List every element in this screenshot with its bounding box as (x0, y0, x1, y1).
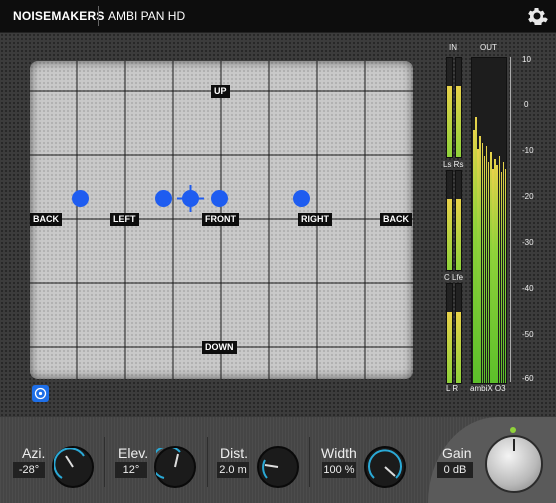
azi-value[interactable]: -28° (13, 462, 45, 478)
label-front: FRONT (202, 213, 239, 226)
meter-out-format: ambiX O3 (470, 384, 506, 393)
width-label: Width (321, 445, 357, 461)
meter-out-label: OUT (480, 43, 497, 52)
source-dot[interactable] (72, 190, 89, 207)
source-dot[interactable] (293, 190, 310, 207)
scale-tick: -60 (522, 374, 534, 383)
meter-in-lfe (455, 170, 462, 271)
label-up: UP (211, 85, 230, 98)
meter-pair-label: L R (446, 384, 459, 393)
source-dot[interactable] (155, 190, 172, 207)
meter-in-c (446, 170, 453, 271)
meter-scale-axis (510, 57, 514, 382)
meter-pair-label: C Lfe (444, 273, 464, 282)
meter-in-r (455, 283, 462, 384)
label-back-right: BACK (380, 213, 412, 226)
scale-tick: -30 (522, 238, 534, 247)
label-left: LEFT (110, 213, 139, 226)
meter-in-ls (446, 57, 453, 158)
title-bar: NOISEMAKERS AMBI PAN HD (0, 0, 556, 33)
separator (207, 437, 208, 487)
brand-logo: NOISEMAKERS (13, 9, 105, 23)
meter-pair-label: Ls Rs (443, 160, 464, 169)
meter-in-l (446, 283, 453, 384)
meter-in-label: IN (449, 43, 457, 52)
azi-knob-arc (54, 448, 85, 479)
elev-knob-arc (156, 448, 181, 479)
gain-value[interactable]: 0 dB (437, 462, 473, 478)
meter-in-rs (455, 57, 462, 158)
azi-label: Azi. (22, 445, 46, 461)
elev-value[interactable]: 12° (115, 462, 147, 478)
separator (104, 437, 105, 487)
width-value[interactable]: 100 % (322, 462, 356, 478)
target-toggle-button[interactable] (32, 385, 49, 402)
dist-value[interactable]: 2.0 m (217, 462, 249, 478)
header-divider (98, 6, 99, 26)
scale-tick: 10 (522, 55, 531, 64)
target-icon (34, 387, 47, 400)
elev-label: Elev. (118, 445, 149, 461)
product-name: AMBI PAN HD (108, 9, 186, 23)
width-knob-arc (368, 449, 402, 479)
gain-knob[interactable] (485, 435, 543, 493)
gear-icon[interactable] (525, 4, 549, 28)
dist-knob[interactable] (257, 446, 299, 488)
label-down: DOWN (202, 341, 237, 354)
scale-tick: -40 (522, 284, 534, 293)
source-dot[interactable] (211, 190, 228, 207)
scale-tick: -20 (522, 192, 534, 201)
panner-pad[interactable]: UP DOWN BACK LEFT FRONT RIGHT BACK (30, 61, 413, 379)
scale-tick: -10 (522, 146, 534, 155)
label-back-left: BACK (30, 213, 62, 226)
gain-knob-indicator (513, 439, 515, 451)
scale-tick: 0 (524, 100, 529, 109)
crosshair-icon[interactable] (177, 185, 204, 212)
out-channel-bar (504, 168, 507, 383)
separator (309, 437, 310, 487)
elev-knob[interactable] (154, 446, 196, 488)
dist-label: Dist. (220, 445, 248, 461)
dist-knob-arc (262, 459, 279, 479)
label-right: RIGHT (298, 213, 332, 226)
meter-out-ambix (471, 57, 507, 384)
azi-knob[interactable] (52, 446, 94, 488)
width-knob[interactable] (364, 446, 406, 488)
scale-tick: -50 (522, 330, 534, 339)
gain-label: Gain (442, 445, 472, 461)
gain-zero-marker (510, 427, 516, 433)
